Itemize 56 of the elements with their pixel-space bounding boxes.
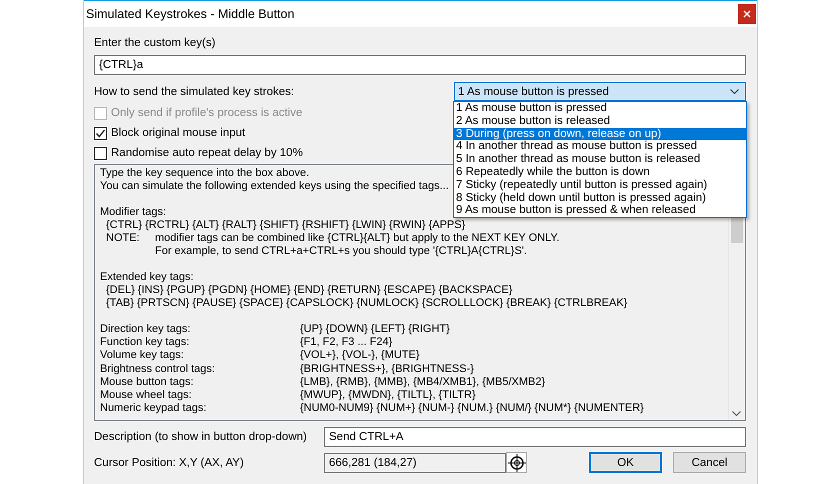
tag-value: {UP} {DOWN} {LEFT} {RIGHT} xyxy=(300,323,450,336)
cancel-button[interactable]: Cancel xyxy=(673,452,746,473)
tag-value: {VOL+}, {VOL-}, {MUTE} xyxy=(300,349,420,363)
help-heading: Extended key tags: xyxy=(100,271,194,284)
window-title: Simulated Keystrokes - Middle Button xyxy=(85,7,294,21)
scroll-down-icon[interactable] xyxy=(732,411,741,416)
description-field[interactable]: Send CTRL+A xyxy=(324,426,746,446)
help-text-line: {TAB} {PRTSCN} {PAUSE} {SPACE} {CAPSLOCK} {NUMLOCK} {SCROLLLOCK} {BREAK} {CTRLBREAK} xyxy=(105,297,628,310)
crosshair-icon xyxy=(508,454,526,472)
tag-value: {BRIGHTNESS+}, {BRIGHTNESS-} xyxy=(300,362,474,376)
tag-value: {F1, F2, F3 ... F24} xyxy=(300,336,392,350)
checkbox[interactable] xyxy=(94,146,107,160)
ok-button[interactable]: OK xyxy=(589,452,662,473)
dropdown-option[interactable]: 8 Sticky (held down until button is pressed again) xyxy=(454,192,746,204)
tag-label: Brightness control tags: xyxy=(100,362,216,376)
tag-value: {MWUP}, {MWDN}, {TILTL}, {TILTR} xyxy=(300,389,476,402)
help-text-line: {DEL} {INS} {PGUP} {PGDN} {HOME} {END} {RETURN} {ESCAPE} {BACKSPACE} xyxy=(105,284,512,297)
tag-label: Numeric keypad tags: xyxy=(100,402,208,416)
field-label: Description (to show in button drop-down) xyxy=(94,430,308,442)
dropdown-option[interactable]: 7 Sticky (repeatedly until button is pressed again) xyxy=(454,178,746,192)
tag-label: Volume key tags: xyxy=(100,349,185,363)
tag-label: Mouse wheel tags: xyxy=(100,389,193,402)
field-label: How to send the simulated key strokes: xyxy=(94,86,294,98)
tag-value: {LMB}, {RMB}, {MMB}, {MB4/XMB1}, {MB5/XMB2} xyxy=(300,376,546,390)
chevron-icon xyxy=(730,89,739,94)
custom-key-field[interactable]: {CTRL}a xyxy=(94,55,746,75)
dropdown-option[interactable]: 5 In another thread as mouse button is released xyxy=(454,153,746,166)
help-heading: Modifier tags: xyxy=(100,206,166,219)
checkbox-label: Randomise auto repeat delay by 10% xyxy=(111,147,303,159)
dropdown-option[interactable]: 1 As mouse button is pressed xyxy=(454,102,746,115)
checkbox-label: Block original mouse input xyxy=(111,127,246,139)
tag-label: Direction key tags: xyxy=(100,323,192,336)
tag-label: Function key tags: xyxy=(100,336,190,350)
tag-value: {NUM0-NUM9} {NUM+} {NUM-} {NUM.} {NUM/} {NUM*} {NUMENTER} xyxy=(300,402,644,416)
help-text-line: modifier tags can be combined like {CTRL}{ALT} but apply to the NEXT KEY ONLY. xyxy=(155,232,560,245)
note-label: NOTE: xyxy=(106,232,141,246)
close-icon xyxy=(743,10,751,18)
scroll-thumb[interactable] xyxy=(731,217,743,243)
checkbox[interactable] xyxy=(94,126,107,140)
field-label: Cursor Position: X,Y (AX, AY) xyxy=(94,456,245,468)
tag-label: Mouse button tags: xyxy=(100,376,195,390)
checkbox-label: Only send if profile's process is active xyxy=(111,107,302,119)
help-text-line: Type the key sequence into the box above. xyxy=(100,167,310,180)
help-text-line: {CTRL} {RCTRL} {ALT} {RALT} {SHIFT} {RSHIFT} {LWIN} {RWIN} {APPS} xyxy=(105,219,466,232)
dropdown-option[interactable]: 2 As mouse button is released xyxy=(454,114,746,128)
dropdown-option[interactable]: 9 As mouse button is pressed & when released xyxy=(454,204,746,218)
dropdown-option[interactable]: 4 In another thread as mouse button is pressed xyxy=(454,140,746,154)
help-text-line: For example, to send CTRL+a+CTRL+s you should type '{CTRL}A{CTRL}S'. xyxy=(155,245,527,258)
dropdown-option[interactable]: 6 Repeatedly while the button is down xyxy=(454,166,746,179)
help-text-line: You can simulate the following extended keys using the specified tags... xyxy=(100,180,449,193)
send-mode-dropdown[interactable]: 1 As mouse button is pressed xyxy=(454,82,746,101)
cursor-position-field[interactable]: 666,281 (184,27) xyxy=(324,452,506,472)
field-label: Enter the custom key(s) xyxy=(94,37,216,49)
close-button[interactable] xyxy=(738,4,756,24)
dropdown-option[interactable]: 3 During (press on down, release on up) xyxy=(454,128,746,140)
crosshair-button[interactable] xyxy=(506,452,527,473)
